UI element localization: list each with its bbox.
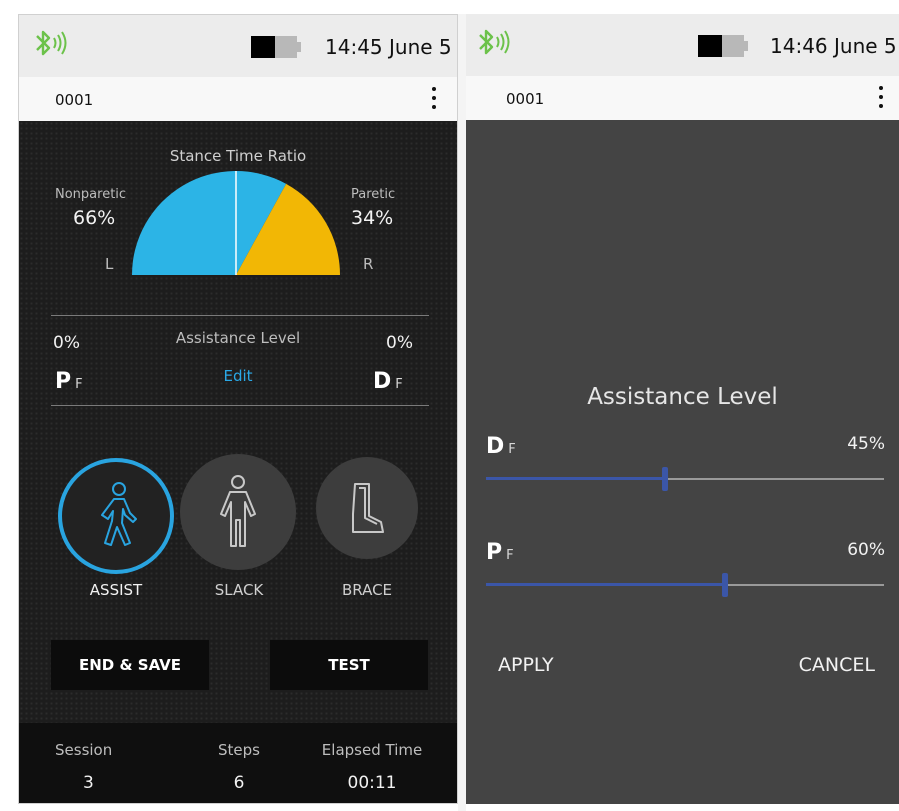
overflow-menu-icon[interactable] [876, 86, 886, 110]
df-slider[interactable] [486, 467, 884, 491]
overflow-menu-icon[interactable] [429, 87, 439, 111]
elapsed-time-value: 00:11 [347, 773, 397, 793]
session-value: 3 [83, 773, 94, 793]
paretic-label: Paretic [351, 187, 396, 202]
pf-slider-label: PF [486, 540, 514, 565]
session-footer: Session 3 Steps 6 Elapsed Time 00:11 [19, 723, 457, 803]
boot-brace-icon [352, 483, 384, 533]
apply-button[interactable]: APPLY [498, 654, 554, 676]
bluetooth-icon [36, 30, 67, 56]
battery-icon [251, 36, 301, 58]
main-screen: 14:45 June 5 0001 Stance Time Ratio Nonp… [18, 14, 458, 804]
nonparetic-percent: 66% [73, 207, 116, 229]
bluetooth-icon [479, 29, 510, 55]
standing-person-icon [220, 475, 256, 547]
panel-divider [458, 14, 466, 811]
device-id: 0001 [506, 90, 545, 108]
left-side-label: L [105, 255, 114, 273]
steps-label: Steps [218, 741, 260, 759]
df-assist-value: 0% [386, 333, 413, 353]
dialog-title: Assistance Level [587, 384, 778, 410]
app-bar: 0001 [466, 76, 899, 120]
pf-slider[interactable] [486, 573, 884, 597]
device-id: 0001 [55, 91, 94, 109]
df-label: DF [373, 369, 403, 394]
status-clock: 14:46 June 5 [770, 34, 897, 58]
battery-icon [698, 35, 748, 57]
assistance-bottom-divider [51, 405, 429, 406]
dashboard: Stance Time Ratio Nonparetic 66% L Paret… [19, 121, 457, 723]
assistance-level-dialog: Assistance Level DF 45% PF 60% APPLY CAN… [466, 120, 899, 804]
end-save-button[interactable]: END & SAVE [51, 640, 209, 690]
slack-mode-button[interactable] [180, 454, 296, 570]
df-slider-fill [486, 477, 665, 480]
test-button[interactable]: TEST [270, 640, 428, 690]
slack-mode-label: SLACK [214, 581, 264, 599]
status-bar: 14:46 June 5 [466, 14, 899, 76]
right-side-label: R [363, 255, 374, 273]
steps-value: 6 [233, 773, 245, 793]
paretic-percent: 34% [351, 207, 394, 229]
brace-mode-label: BRACE [341, 581, 393, 599]
df-slider-value: 45% [847, 434, 885, 454]
pf-slider-thumb[interactable] [722, 573, 728, 597]
session-label: Session [55, 741, 113, 759]
app-bar: 0001 [19, 77, 457, 121]
assistance-dialog-screen: 14:46 June 5 0001 Assistance Level DF 45… [466, 14, 899, 804]
assist-mode-label: ASSIST [89, 581, 143, 599]
assist-mode-button[interactable] [58, 458, 174, 574]
elapsed-time-label: Elapsed Time [321, 741, 423, 759]
stance-ratio-gauge [132, 170, 340, 275]
cancel-button[interactable]: CANCEL [799, 654, 875, 676]
status-bar: 14:45 June 5 [19, 15, 457, 77]
df-slider-label: DF [486, 434, 516, 459]
brace-mode-button[interactable] [316, 457, 418, 559]
nonparetic-label: Nonparetic [55, 187, 127, 202]
assistance-top-divider [51, 315, 429, 316]
stance-chart-title: Stance Time Ratio [169, 147, 307, 165]
walking-person-icon [101, 482, 137, 546]
status-clock: 14:45 June 5 [325, 35, 452, 59]
screenshot-frame: 14:45 June 5 0001 Stance Time Ratio Nonp… [0, 0, 899, 811]
df-slider-thumb[interactable] [662, 467, 668, 491]
pf-slider-fill [486, 583, 725, 586]
pf-slider-value: 60% [847, 540, 885, 560]
